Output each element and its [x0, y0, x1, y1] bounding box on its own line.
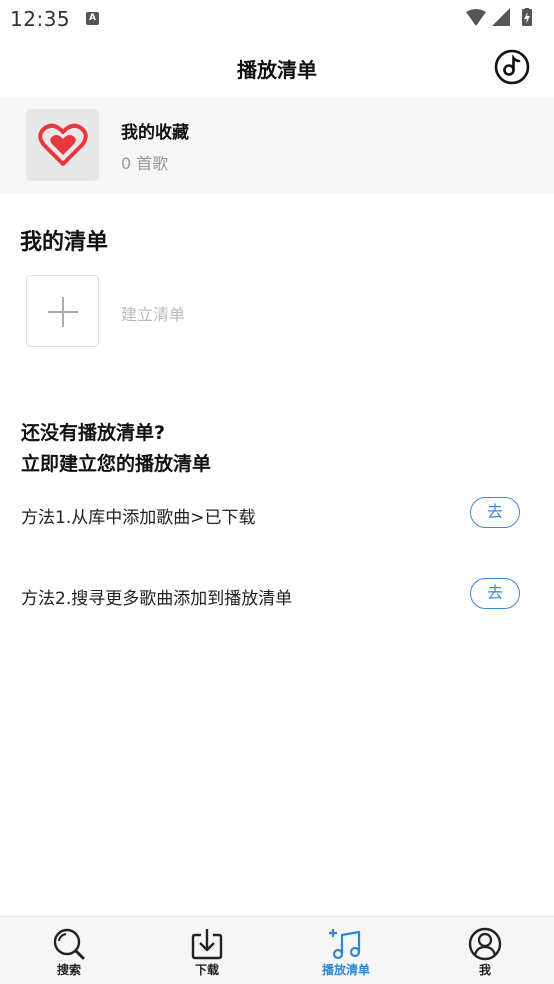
create-playlist-label: 建立清单 — [121, 305, 186, 324]
empty-state-title: 还没有播放清单? 立即建立您的播放清单 — [21, 418, 211, 480]
create-playlist-row[interactable]: 建立清单 — [26, 275, 426, 348]
music-disc-button[interactable] — [494, 49, 530, 85]
method-text-2: 方法2.搜寻更多歌曲添加到播放清单 — [21, 589, 293, 609]
playlist-add-icon — [329, 929, 361, 960]
page-title: 播放清单 — [237, 58, 317, 82]
tab-download[interactable]: 下载 — [138, 917, 276, 984]
tab-playlist[interactable]: 播放清单 — [277, 917, 415, 984]
favorites-card[interactable]: 我的收藏 0 首歌 — [0, 98, 554, 193]
battery-charging-icon — [522, 7, 532, 26]
go-button-2[interactable]: 去 — [470, 578, 520, 609]
tab-search[interactable]: 搜索 — [0, 917, 138, 984]
status-time: 12:35 — [10, 7, 71, 31]
empty-state-line2: 立即建立您的播放清单 — [21, 453, 212, 475]
tab-me[interactable]: 我 — [416, 917, 554, 984]
status-icons — [464, 7, 544, 28]
empty-state-line1: 还没有播放清单? — [21, 422, 166, 444]
create-playlist-button[interactable] — [26, 275, 99, 347]
favorites-thumbnail — [26, 109, 99, 181]
bottom-tabbar: 搜索 下载 播放清单 我 — [0, 916, 554, 984]
a-badge-icon: A — [86, 12, 99, 25]
header: 播放清单 — [0, 36, 554, 98]
method-row-1: 方法1.从库中添加歌曲>已下载 去 — [21, 497, 521, 531]
tab-me-label: 我 — [478, 963, 491, 977]
music-disc-icon — [494, 49, 530, 85]
plus-icon — [48, 297, 78, 327]
favorites-count: 0 首歌 — [121, 154, 169, 173]
status-bar: 12:35 A — [0, 0, 554, 36]
go-button-1[interactable]: 去 — [470, 497, 520, 528]
tab-download-label: 下载 — [194, 963, 219, 977]
method-text-1: 方法1.从库中添加歌曲>已下载 — [21, 508, 256, 528]
my-lists-heading: 我的清单 — [20, 230, 109, 255]
method-row-2: 方法2.搜寻更多歌曲添加到播放清单 去 — [21, 578, 521, 612]
search-icon — [53, 928, 85, 960]
user-icon — [468, 927, 502, 961]
signal-icon — [492, 8, 510, 26]
tab-search-label: 搜索 — [56, 963, 81, 977]
download-icon — [191, 929, 223, 960]
wifi-icon — [466, 9, 486, 26]
favorites-title: 我的收藏 — [121, 123, 189, 143]
heart-icon — [38, 123, 88, 166]
tab-playlist-label: 播放清单 — [321, 963, 370, 977]
